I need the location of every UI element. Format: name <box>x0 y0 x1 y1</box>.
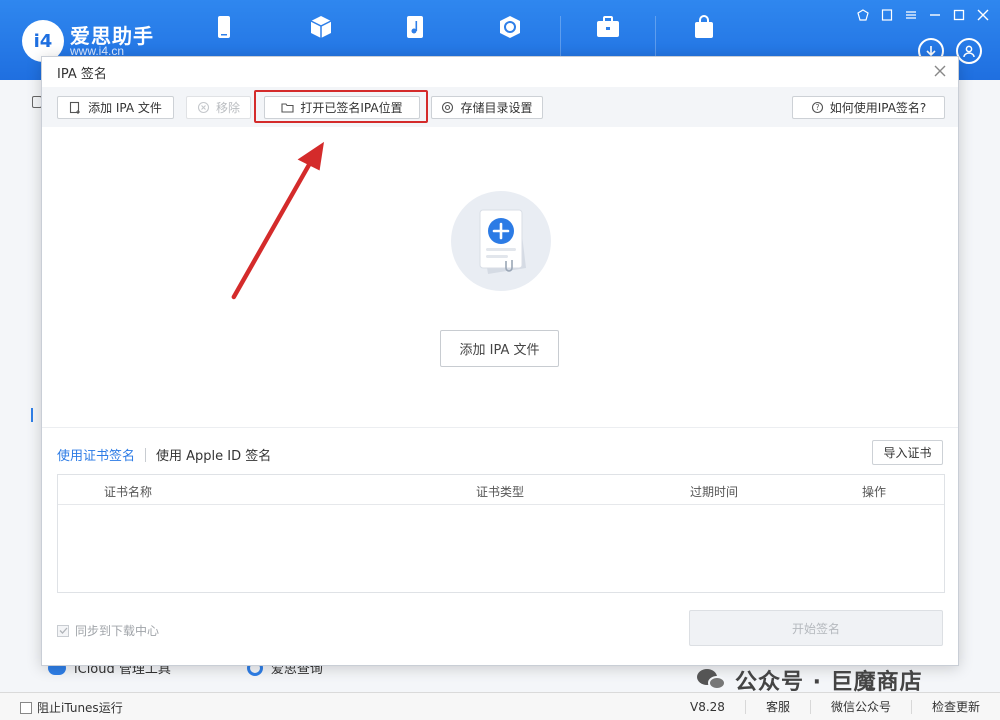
tab-separator <box>145 447 147 462</box>
start-sign-button[interactable]: 开始签名 <box>689 610 943 646</box>
add-ipa-label: 添加 IPA 文件 <box>88 101 162 115</box>
tab-cert-sign[interactable]: 使用证书签名 <box>57 445 135 464</box>
storage-settings-label: 存储目录设置 <box>460 101 533 115</box>
close-app-icon[interactable] <box>976 8 990 22</box>
settings-icon <box>442 101 454 114</box>
watermark-text: 公众号 · 巨魔商店 <box>735 670 923 695</box>
open-signed-location-button[interactable]: 打开已签名IPA位置 <box>264 96 420 119</box>
support-link[interactable]: 客服 <box>744 699 810 714</box>
maximize-icon[interactable] <box>952 8 966 22</box>
wechat-icon <box>697 667 727 693</box>
close-icon[interactable] <box>932 63 948 79</box>
sidebar-marker <box>31 408 33 422</box>
import-cert-button[interactable]: 导入证书 <box>872 440 943 465</box>
check-icon <box>59 627 67 634</box>
check-update-link[interactable]: 检查更新 <box>910 699 1000 714</box>
user-avatar-icon[interactable] <box>956 38 982 64</box>
block-itunes-checkbox[interactable]: 阻止iTunes运行 <box>20 699 123 716</box>
phone-icon[interactable] <box>211 14 237 40</box>
block-itunes-label: 阻止iTunes运行 <box>37 701 123 715</box>
col-expiry: 过期时间 <box>690 485 739 499</box>
remove-icon <box>197 101 210 114</box>
apps-cube-icon[interactable] <box>308 14 334 40</box>
status-right: V8.28 客服 微信公众号 检查更新 <box>670 693 1000 720</box>
watermark: 公众号 · 巨魔商店 <box>697 664 923 696</box>
folder-icon <box>281 103 294 113</box>
help-icon: ? <box>811 101 823 114</box>
svg-text:?: ? <box>815 103 819 112</box>
version-label: V8.28 <box>690 699 725 714</box>
how-to-use-button[interactable]: ? 如何使用IPA签名? <box>792 96 945 119</box>
open-signed-location-label: 打开已签名IPA位置 <box>300 101 403 115</box>
checkbox-box[interactable] <box>20 701 32 714</box>
storage-settings-button[interactable]: 存储目录设置 <box>431 96 543 119</box>
menu-icon[interactable] <box>904 8 918 22</box>
status-bar: 阻止iTunes运行 V8.28 客服 微信公众号 检查更新 <box>0 692 1000 720</box>
how-to-use-label: 如何使用IPA签名? <box>829 101 927 115</box>
skin-icon[interactable] <box>856 8 870 22</box>
toolbox-icon[interactable] <box>595 14 621 40</box>
dialog-title: IPA 签名 <box>57 67 107 82</box>
remove-button[interactable]: 移除 <box>186 96 251 119</box>
section-divider <box>42 427 958 428</box>
remove-label: 移除 <box>215 101 240 115</box>
dialog-toolbar: 添加 IPA 文件 移除 打开已签名IPA位置 存储目录设置 ? 如何使用IPA… <box>42 87 958 127</box>
wechat-link[interactable]: 微信公众号 <box>809 699 911 714</box>
feedback-icon[interactable] <box>880 8 894 22</box>
cert-table: 证书名称 证书类型 过期时间 操作 <box>57 474 945 593</box>
col-cert-name: 证书名称 <box>104 485 153 499</box>
sign-method-tabs: 使用证书签名 使用 Apple ID 签名 <box>57 445 271 464</box>
add-file-icon <box>70 101 81 114</box>
logo-mark: i4 <box>33 30 53 52</box>
sync-download-label: 同步到下载中心 <box>75 624 160 638</box>
shopping-bag-icon[interactable] <box>691 14 717 40</box>
music-file-icon[interactable] <box>402 14 428 40</box>
ipa-sign-dialog: IPA 签名 添加 IPA 文件 移除 打开已签名IPA位置 存储目录设置 ? … <box>41 56 959 666</box>
table-header: 证书名称 证书类型 过期时间 操作 <box>58 475 944 505</box>
sync-download-checkbox[interactable]: 同步到下载中心 <box>57 622 159 639</box>
add-ipa-button[interactable]: 添加 IPA 文件 <box>57 96 174 119</box>
annotation-arrow <box>231 141 324 300</box>
checkbox-box[interactable] <box>57 624 69 637</box>
add-ipa-main-button[interactable]: 添加 IPA 文件 <box>440 330 559 367</box>
minimize-icon[interactable] <box>928 8 942 22</box>
refresh-tools-icon[interactable] <box>497 14 523 40</box>
add-file-illustration <box>435 190 552 292</box>
window-controls <box>856 8 990 22</box>
col-cert-type: 证书类型 <box>476 485 525 499</box>
col-action: 操作 <box>862 485 887 499</box>
tab-apple-id-sign[interactable]: 使用 Apple ID 签名 <box>156 445 271 464</box>
